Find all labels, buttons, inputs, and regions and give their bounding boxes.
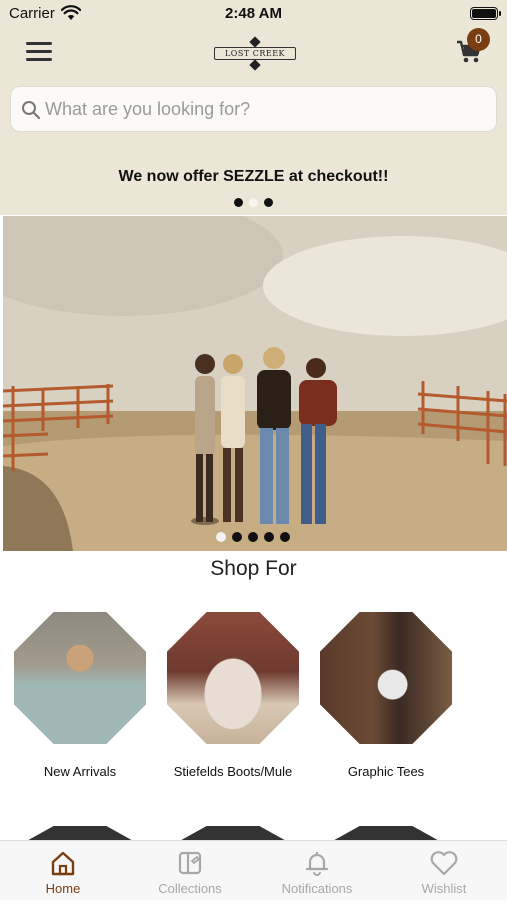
cart-count-badge: 0 <box>467 28 490 51</box>
category-stiefelds-boots[interactable]: Stiefelds Boots/Mule <box>167 612 299 779</box>
search-bar[interactable] <box>10 86 497 132</box>
hamburger-line <box>26 42 52 45</box>
clock: 2:48 AM <box>225 5 282 22</box>
pager-dot[interactable] <box>232 532 242 542</box>
battery-icon <box>470 7 501 20</box>
pager-dot[interactable] <box>234 198 243 207</box>
pager-dot[interactable] <box>248 532 258 542</box>
menu-button[interactable] <box>26 42 52 62</box>
app-header: Carrier 2:48 AM LOST CREEK 0 We now offe… <box>0 0 507 215</box>
search-input[interactable] <box>45 87 485 131</box>
hamburger-line <box>26 50 52 53</box>
logo-ornament <box>249 59 261 71</box>
status-bar: Carrier 2:48 AM <box>9 5 501 23</box>
pager-dot[interactable] <box>264 532 274 542</box>
promo-pager <box>231 194 276 212</box>
hero-banner-image[interactable] <box>3 216 507 551</box>
category-image <box>167 612 299 744</box>
tab-label: Notifications <box>281 881 353 896</box>
tab-collections[interactable]: Collections <box>127 841 253 901</box>
category-label: Stiefelds Boots/Mule <box>173 764 293 779</box>
bell-icon <box>305 852 329 876</box>
pager-dot[interactable] <box>280 532 290 542</box>
pager-dot-active[interactable] <box>216 532 226 542</box>
category-label: Graphic Tees <box>347 764 425 779</box>
section-title: Shop For <box>210 557 297 580</box>
tab-label: Home <box>45 881 81 896</box>
logo-ornament <box>249 36 261 48</box>
hero-pager <box>213 529 293 547</box>
tab-label: Wishlist <box>421 881 467 896</box>
collections-icon <box>178 851 202 875</box>
search-icon <box>22 101 41 120</box>
heart-icon <box>430 851 458 876</box>
logo-text: LOST CREEK <box>214 47 296 60</box>
pager-dot[interactable] <box>264 198 273 207</box>
pager-dot-active[interactable] <box>249 198 258 207</box>
category-new-arrivals[interactable]: New Arrivals <box>14 612 146 779</box>
tab-wishlist[interactable]: Wishlist <box>381 841 507 901</box>
hero-photo <box>3 216 507 551</box>
promo-banner-text: We now offer SEZZLE at checkout!! <box>118 168 389 185</box>
category-label: New Arrivals <box>43 764 117 779</box>
bottom-tab-bar: Home Collections Notifications Wishlist <box>0 840 507 900</box>
category-image <box>320 612 452 744</box>
tab-notifications[interactable]: Notifications <box>254 841 380 901</box>
tab-label: Collections <box>158 881 222 896</box>
category-image <box>14 612 146 744</box>
category-graphic-tees[interactable]: Graphic Tees <box>320 612 452 779</box>
hamburger-line <box>26 58 52 61</box>
home-icon <box>51 851 75 876</box>
tab-home[interactable]: Home <box>0 841 126 901</box>
brand-logo[interactable]: LOST CREEK <box>214 36 296 71</box>
